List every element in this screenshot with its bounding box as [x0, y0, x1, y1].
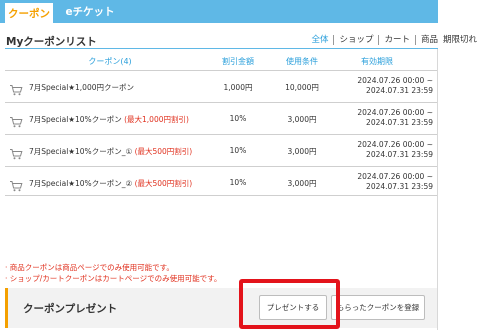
header-discount: 割引金額: [222, 57, 254, 66]
table-row: 7月Special★1,000円クーポン 1,000円 10,000円 2024…: [5, 70, 437, 102]
filter-links: 全体 ショップ カート 商品: [306, 35, 438, 45]
cart-icon: [9, 177, 23, 192]
highlight-box: [239, 279, 340, 329]
condition-value: 10,000円: [285, 83, 319, 92]
condition-value: 3,000円: [287, 179, 317, 188]
tab-coupon[interactable]: クーポン: [5, 3, 53, 23]
present-title: クーポンプレゼント: [23, 303, 118, 315]
divider: [437, 49, 438, 330]
condition-value: 3,000円: [287, 147, 317, 156]
coupon-present-section: クーポンプレゼント プレゼントする もらったクーポンを登録: [5, 288, 437, 328]
filter-product[interactable]: 商品: [416, 35, 438, 45]
cart-icon: [9, 81, 23, 96]
header-period: 有効期限: [361, 57, 393, 66]
tab-bar: クーポン eチケット: [0, 0, 438, 23]
coupon-name: 7月Special★10%クーポン_① (最大500円割引): [29, 147, 193, 156]
table-row: 7月Special★10%クーポン (最大1,000円割引) 10% 3,000…: [5, 102, 437, 134]
usage-notes: · 商品クーポンは商品ページでのみ使用可能です。 · ショップ/カートクーポンは…: [5, 262, 221, 284]
period-value: 2024.07.26 00:00 ~2024.07.31 23:59: [357, 108, 433, 127]
coupon-name: 7月Special★10%クーポン (最大1,000円割引): [29, 115, 189, 124]
table-row: 7月Special★10%クーポン_① (最大500円割引) 10% 3,000…: [5, 134, 437, 166]
table-row: 7月Special★10%クーポン_② (最大500円割引) 10% 3,000…: [5, 166, 437, 198]
discount-value: 1,000円: [223, 83, 253, 92]
coupon-name: 7月Special★10%クーポン_② (最大500円割引): [29, 179, 193, 188]
cart-icon: [9, 145, 23, 160]
condition-value: 3,000円: [287, 115, 317, 124]
tab-eticket[interactable]: eチケット: [60, 0, 120, 23]
period-value: 2024.07.26 00:00 ~2024.07.31 23:59: [357, 172, 433, 191]
register-coupon-button[interactable]: もらったクーポンを登録: [331, 295, 425, 320]
filter-expired[interactable]: 期限切れ: [443, 35, 477, 45]
coupon-name: 7月Special★1,000円クーポン: [29, 83, 134, 92]
note-line: · 商品クーポンは商品ページでのみ使用可能です。: [5, 263, 174, 272]
filter-all[interactable]: 全体: [306, 35, 335, 45]
period-value: 2024.07.26 00:00 ~2024.07.31 23:59: [357, 140, 433, 159]
cart-icon: [9, 113, 23, 128]
period-value: 2024.07.26 00:00 ~2024.07.31 23:59: [357, 76, 433, 95]
header-condition: 使用条件: [286, 57, 318, 66]
header-coupon: クーポン(4): [88, 57, 132, 66]
discount-value: 10%: [229, 146, 247, 155]
note-line: · ショップ/カートクーポンはカートページでのみ使用可能です。: [5, 274, 222, 283]
discount-value: 10%: [229, 114, 247, 123]
divider: [5, 195, 437, 196]
filter-cart[interactable]: カート: [379, 35, 416, 45]
page-title: Myクーポンリスト: [6, 36, 97, 48]
divider: [5, 48, 438, 49]
discount-value: 10%: [229, 178, 247, 187]
filter-shop[interactable]: ショップ: [334, 35, 380, 45]
